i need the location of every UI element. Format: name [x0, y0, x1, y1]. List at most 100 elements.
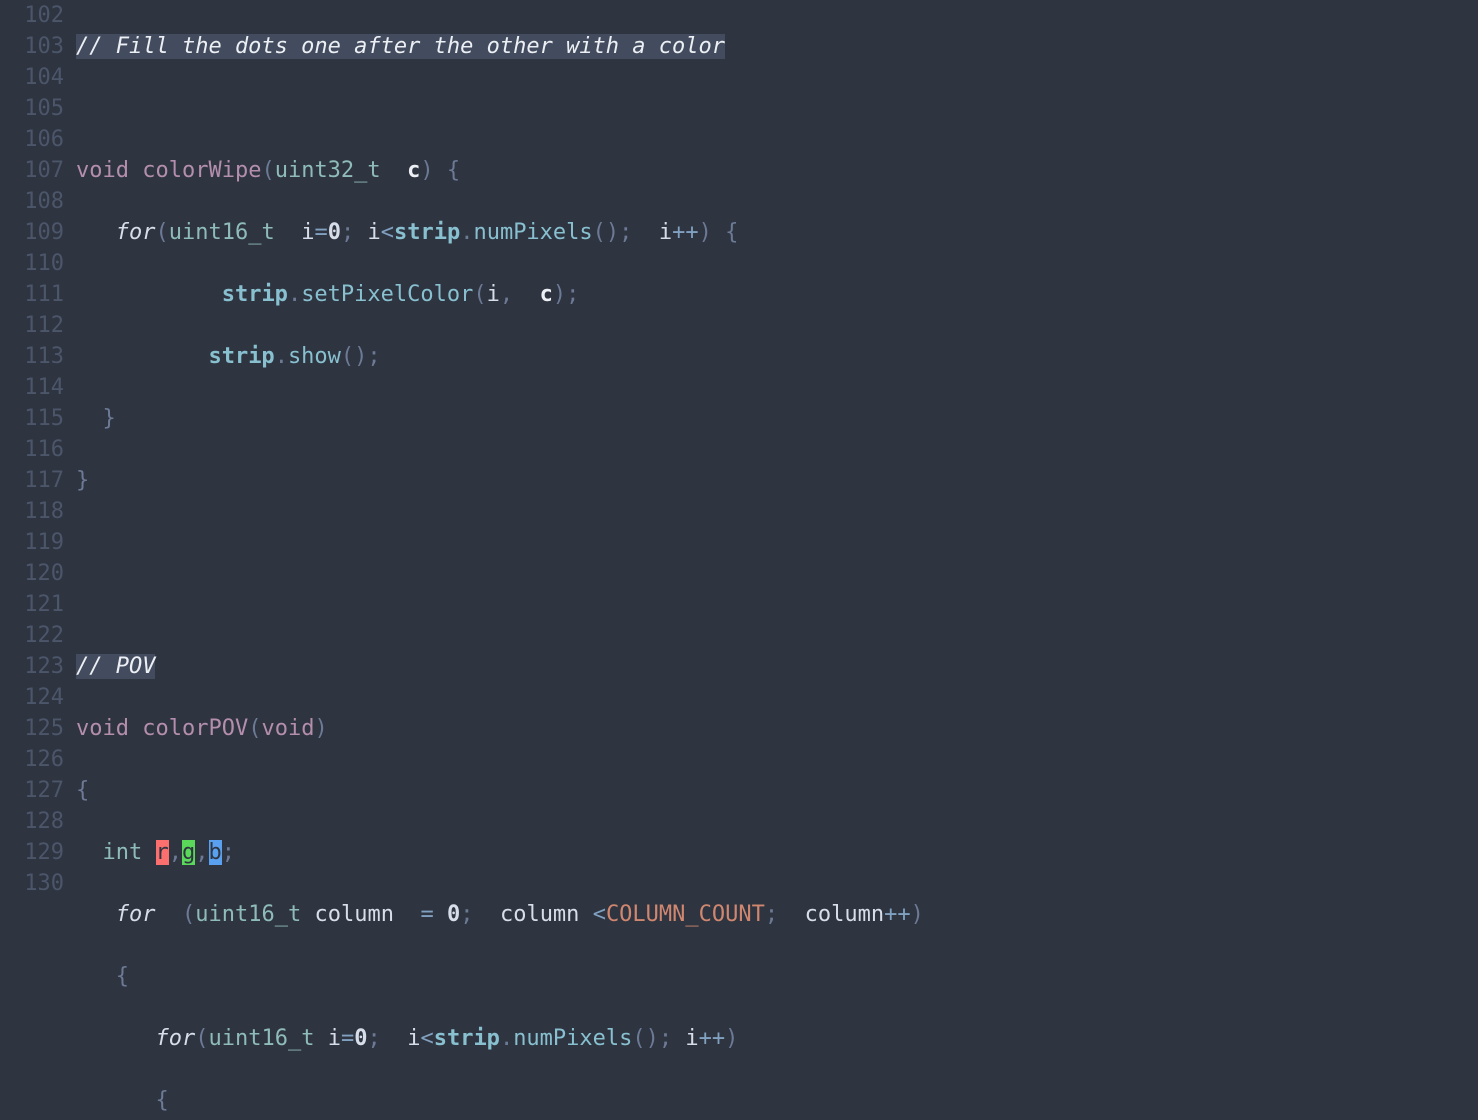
- keyword-for: for: [116, 902, 156, 927]
- punc: (: [632, 1026, 645, 1051]
- var-column: column: [805, 902, 884, 927]
- line-number: 120: [0, 558, 64, 589]
- line-number: 102: [0, 0, 64, 31]
- type: uint16_t: [169, 220, 275, 245]
- comment: // Fill the dots one after the other wit…: [76, 34, 725, 59]
- func-name: colorPOV: [142, 716, 248, 741]
- punc: {: [155, 1088, 168, 1113]
- var-i: i: [367, 220, 380, 245]
- punc: (: [195, 1026, 208, 1051]
- line-number: 124: [0, 682, 64, 713]
- keyword-void: void: [76, 716, 129, 741]
- keyword-for: for: [155, 1026, 195, 1051]
- line-number: 115: [0, 403, 64, 434]
- param-c: c: [540, 282, 553, 307]
- type: uint32_t: [275, 158, 381, 183]
- line-number: 111: [0, 279, 64, 310]
- line-number: 128: [0, 806, 64, 837]
- op: ++: [672, 220, 699, 245]
- punc: ;: [566, 282, 579, 307]
- var-g-highlight: g: [182, 840, 195, 865]
- line-number: 107: [0, 155, 64, 186]
- punc: (: [341, 344, 354, 369]
- punc: ): [354, 344, 367, 369]
- comment: // POV: [76, 654, 155, 679]
- punc: ): [314, 716, 327, 741]
- code-line: {: [76, 961, 1478, 992]
- line-number: 127: [0, 775, 64, 806]
- op: <: [593, 902, 606, 927]
- keyword-void: void: [261, 716, 314, 741]
- punc: (: [248, 716, 261, 741]
- punc: .: [288, 282, 301, 307]
- line-number: 103: [0, 31, 64, 62]
- var-i: i: [328, 1026, 341, 1051]
- line-number: 109: [0, 217, 64, 248]
- punc: ): [911, 902, 924, 927]
- code-line: void colorPOV(void): [76, 713, 1478, 744]
- punc: (: [182, 902, 195, 927]
- type: uint16_t: [195, 902, 301, 927]
- line-number: 108: [0, 186, 64, 217]
- line-number: 106: [0, 124, 64, 155]
- line-number: 129: [0, 837, 64, 868]
- keyword-for: for: [116, 220, 156, 245]
- punc: ,: [500, 282, 513, 307]
- line-number: 121: [0, 589, 64, 620]
- line-number: 126: [0, 744, 64, 775]
- punc: (: [593, 220, 606, 245]
- punc: }: [76, 468, 89, 493]
- method: numPixels: [513, 1026, 632, 1051]
- punc: ): [725, 1026, 738, 1051]
- punc: {: [116, 964, 129, 989]
- punc: ;: [619, 220, 632, 245]
- punc: (: [261, 158, 274, 183]
- punc: .: [500, 1026, 513, 1051]
- num: 0: [447, 902, 460, 927]
- punc: .: [460, 220, 473, 245]
- const: COLUMN_COUNT: [606, 902, 765, 927]
- code-area[interactable]: // Fill the dots one after the other wit…: [70, 0, 1478, 1120]
- var-column: column: [500, 902, 579, 927]
- code-line: [76, 589, 1478, 620]
- line-number: 105: [0, 93, 64, 124]
- line-number: 116: [0, 434, 64, 465]
- punc: {: [76, 778, 89, 803]
- punc: ): [420, 158, 433, 183]
- punc: ;: [367, 344, 380, 369]
- op: =: [420, 902, 433, 927]
- obj-strip: strip: [434, 1026, 500, 1051]
- punc: ): [606, 220, 619, 245]
- code-editor[interactable]: 1021031041051061071081091101111121131141…: [0, 0, 1478, 1120]
- code-line: strip.setPixelColor(i, c);: [76, 279, 1478, 310]
- punc: ;: [659, 1026, 672, 1051]
- punc: .: [275, 344, 288, 369]
- punc: (: [473, 282, 486, 307]
- punc: ,: [195, 840, 208, 865]
- var-i: i: [487, 282, 500, 307]
- punc: ;: [367, 1026, 380, 1051]
- func-name: colorWipe: [142, 158, 261, 183]
- obj-strip: strip: [208, 344, 274, 369]
- gutter: 1021031041051061071081091101111121131141…: [0, 0, 70, 1120]
- num: 0: [328, 220, 341, 245]
- code-line: {: [76, 1085, 1478, 1116]
- line-number: 117: [0, 465, 64, 496]
- var-r-highlight: r: [156, 840, 169, 865]
- var-i: i: [659, 220, 672, 245]
- punc: ): [699, 220, 712, 245]
- code-line: for(uint16_t i=0; i<strip.numPixels(); i…: [76, 1023, 1478, 1054]
- line-number: 112: [0, 310, 64, 341]
- method: setPixelColor: [301, 282, 473, 307]
- punc: ;: [341, 220, 354, 245]
- op: ++: [699, 1026, 726, 1051]
- punc: {: [447, 158, 460, 183]
- param-c: c: [407, 158, 420, 183]
- var-column: column: [314, 902, 393, 927]
- type: int: [103, 840, 143, 865]
- code-line: }: [76, 465, 1478, 496]
- line-number: 114: [0, 372, 64, 403]
- op: =: [341, 1026, 354, 1051]
- op: <: [420, 1026, 433, 1051]
- punc: ;: [765, 902, 778, 927]
